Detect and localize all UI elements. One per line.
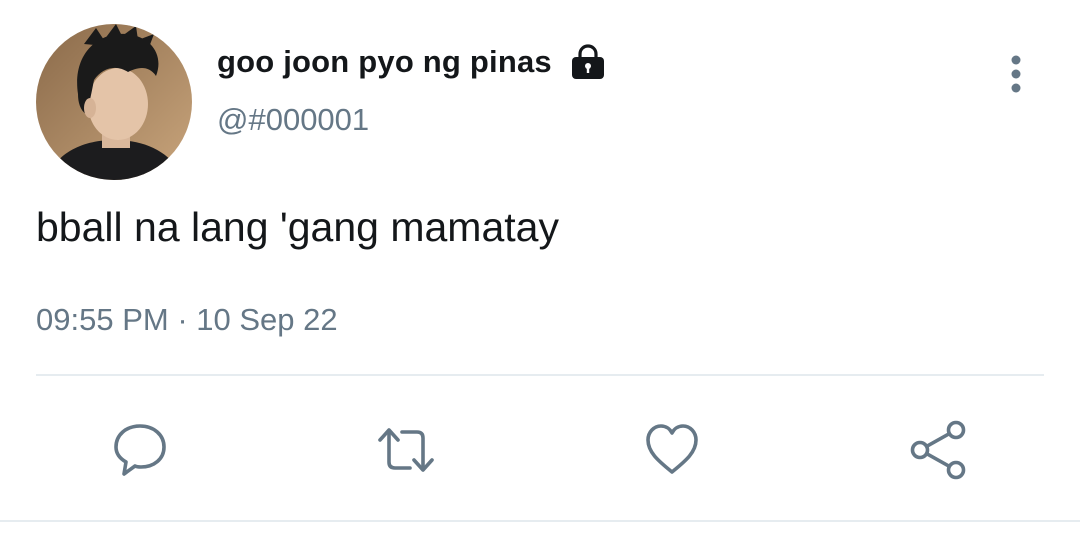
- display-name-row: goo joon pyo ng pinas: [217, 40, 608, 84]
- like-button[interactable]: [640, 418, 704, 482]
- tweet-timestamp: 09:55 PM · 10 Sep 22: [36, 302, 338, 338]
- display-name[interactable]: goo joon pyo ng pinas: [217, 44, 552, 80]
- retweet-button[interactable]: [374, 418, 438, 482]
- avatar[interactable]: [36, 24, 192, 180]
- reply-button[interactable]: [108, 418, 172, 482]
- tweet-time: 09:55 PM: [36, 302, 169, 337]
- vertical-ellipsis-icon: [1010, 54, 1022, 99]
- reply-icon: [110, 420, 170, 480]
- lock-icon: [568, 42, 608, 82]
- meta-separator: ·: [177, 302, 188, 337]
- bottom-divider: [0, 520, 1080, 522]
- tweet-card: goo joon pyo ng pinas @#000001 bball na …: [0, 0, 1080, 540]
- share-icon: [906, 418, 970, 482]
- heart-icon: [642, 420, 702, 480]
- tweet-date: 10 Sep 22: [196, 302, 338, 337]
- divider: [36, 374, 1044, 376]
- tweet-text: bball na lang 'gang mamatay: [36, 204, 559, 250]
- user-handle[interactable]: @#000001: [217, 102, 369, 138]
- share-button[interactable]: [906, 418, 970, 482]
- more-options-button[interactable]: [996, 54, 1036, 98]
- retweet-icon: [374, 418, 438, 482]
